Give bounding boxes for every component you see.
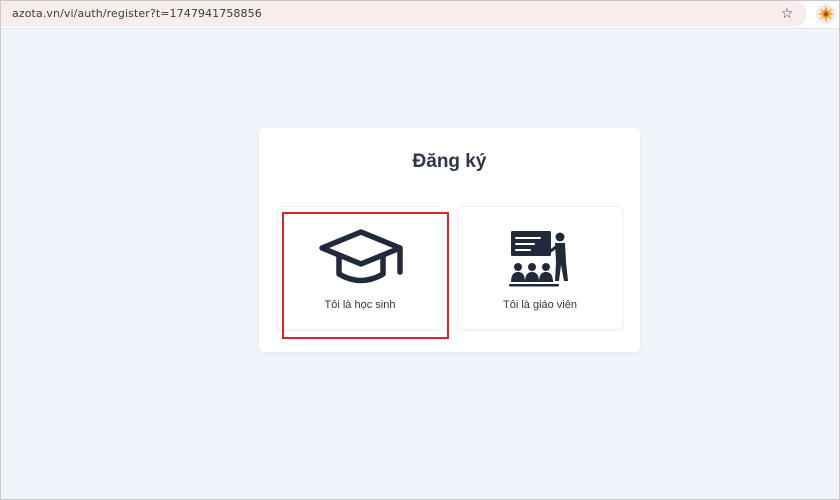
highlight-annotation <box>282 212 449 339</box>
teacher-option-label: Tôi là giáo viên <box>503 299 577 311</box>
address-bar[interactable]: azota.vn/vi/auth/register?t=174794175885… <box>1 1 807 27</box>
browser-toolbar: azota.vn/vi/auth/register?t=174794175885… <box>1 1 839 29</box>
teacher-classroom-icon <box>509 231 568 287</box>
sun-badge-icon <box>818 6 834 22</box>
register-title: Đăng ký <box>412 151 487 172</box>
extension-icon[interactable] <box>814 3 838 25</box>
address-bar-url[interactable]: azota.vn/vi/auth/register?t=174794175885… <box>12 7 262 20</box>
teacher-option-button[interactable]: Tôi là giáo viên <box>457 206 623 330</box>
star-icon[interactable]: ☆ <box>779 5 795 21</box>
